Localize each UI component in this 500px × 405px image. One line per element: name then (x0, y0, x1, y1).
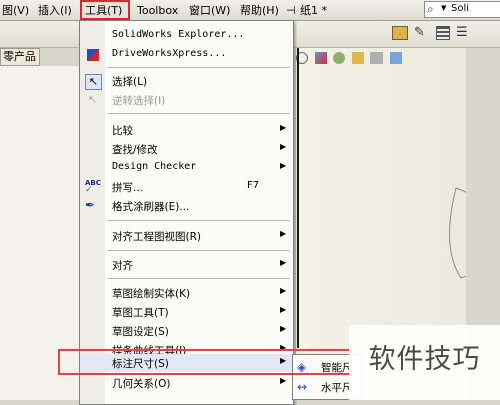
submenu-arrow-icon: ▶ (280, 376, 287, 385)
rotate-icon[interactable] (333, 52, 345, 64)
menu-separator (108, 67, 290, 68)
pin-icon[interactable]: ⊣ (286, 3, 296, 18)
view-orientation-icon[interactable] (370, 52, 383, 64)
menu-item-label: 逆转选择(I) (112, 95, 166, 107)
menu-item-solidworks-explorer[interactable]: SolidWorks Explorer... (80, 27, 293, 45)
menu-item-design-checker[interactable]: Design Checker ▶ (80, 159, 293, 177)
menu-item-label: 对齐工程图视图(R) (112, 231, 201, 243)
magic-wand-icon[interactable] (314, 52, 327, 64)
hide-show-icon[interactable] (389, 52, 402, 64)
view-toolbar (296, 52, 405, 72)
menu-item-label: 查找/修改 (112, 144, 158, 156)
document-title: 纸1 * (300, 4, 327, 17)
reverse-select-icon: ↖ (87, 93, 98, 106)
list-icon[interactable]: ☰ (456, 25, 468, 40)
tree-tab[interactable]: 零产品 (0, 48, 40, 66)
menu-item-select[interactable]: ↖ 选择(L) (80, 72, 293, 90)
menu-item-label: 几何关系(O) (112, 378, 171, 390)
dimensions-highlight-box (58, 349, 352, 375)
menu-item-spelling[interactable]: ABC ✓ 拼写... F7 (80, 178, 293, 196)
menu-item-sketch-settings[interactable]: 草图设定(S) ▶ (80, 322, 293, 340)
menu-item-format-painter[interactable]: ✒ 格式涂刷器(E)... (80, 197, 293, 215)
menu-item-shortcut: F7 (247, 180, 260, 191)
menu-separator (108, 250, 290, 251)
menu-view[interactable]: 图(V) (2, 3, 29, 18)
menu-item-sketch-entities[interactable]: 草图绘制实体(K) ▶ (80, 284, 293, 302)
submenu-arrow-icon: ▶ (280, 229, 287, 238)
menu-item-sketch-tools[interactable]: 草图工具(T) ▶ (80, 303, 293, 321)
menu-item-label: 格式涂刷器(E)... (112, 201, 190, 213)
menu-bar: 图(V) 插入(I) 工具(T) Toolbox 窗口(W) 帮助(H) ⊣ 纸… (0, 0, 500, 21)
search-icon: ⌕ (427, 2, 434, 16)
menu-toolbox[interactable]: Toolbox (137, 3, 178, 18)
search-box[interactable]: ⌕ ▼ Soli (424, 1, 500, 18)
menu-separator (108, 278, 290, 279)
menu-item-relations[interactable]: 几何关系(O) ▶ (80, 374, 293, 392)
menu-item-align[interactable]: 对齐 ▶ (80, 256, 293, 274)
search-input[interactable]: Soli (451, 3, 469, 14)
menu-tools[interactable]: 工具(T) (85, 3, 122, 18)
edit-appearance-icon[interactable]: ✎ (414, 25, 425, 40)
submenu-arrow-icon: ▶ (280, 305, 287, 314)
menu-item-find-modify[interactable]: 查找/修改 ▶ (80, 140, 293, 158)
submenu-arrow-icon: ▶ (280, 258, 287, 267)
menu-item-label: 草图设定(S) (112, 326, 169, 338)
menu-item-reverse-select[interactable]: ↖ 逆转选择(I) (80, 91, 293, 109)
watermark: 软件技巧 (349, 325, 500, 400)
menu-item-label: 对齐 (112, 260, 133, 272)
tree-tab-label: 零产品 (3, 50, 36, 63)
submenu-arrow-icon: ▶ (280, 123, 287, 132)
search-dropdown-icon[interactable]: ▼ (441, 4, 446, 12)
menu-item-label: 拼写... (112, 182, 144, 194)
submenu-arrow-icon: ▶ (280, 324, 287, 333)
format-painter-icon: ✒ (85, 198, 96, 212)
driveworks-icon (87, 49, 99, 61)
menu-item-compare[interactable]: 比较 ▶ (80, 121, 293, 139)
display-style-icon[interactable] (436, 26, 450, 40)
menu-item-label: 选择(L) (112, 76, 148, 88)
menu-separator (108, 220, 290, 221)
tools-menu: SolidWorks Explorer... DriveWorksXpress.… (79, 20, 294, 405)
splitter-line[interactable] (297, 48, 299, 348)
menu-item-driveworks[interactable]: DriveWorksXpress... (80, 46, 293, 64)
box-icon[interactable] (392, 26, 408, 40)
menu-window[interactable]: 窗口(W) (189, 3, 230, 18)
menu-separator (108, 113, 290, 114)
menu-item-align-drawing-views[interactable]: 对齐工程图视图(R) ▶ (80, 227, 293, 245)
menu-item-label: 比较 (112, 125, 133, 137)
menu-item-label: SolidWorks Explorer... (112, 29, 245, 40)
spell-check-icon: ABC ✓ (85, 179, 101, 195)
menu-item-label: Design Checker (112, 161, 197, 172)
submenu-arrow-icon: ▶ (280, 286, 287, 295)
menu-item-label: 水平尺 (321, 382, 353, 394)
horizontal-dimension-icon: ↔ (297, 380, 308, 394)
submenu-arrow-icon: ▶ (280, 142, 287, 151)
menu-item-label: 草图绘制实体(K) (112, 288, 191, 300)
menu-item-label: 草图工具(T) (112, 307, 169, 319)
menu-insert[interactable]: 插入(I) (38, 3, 72, 18)
section-view-icon[interactable] (351, 52, 364, 64)
menu-item-label: DriveWorksXpress... (112, 48, 227, 59)
menu-help[interactable]: 帮助(H) (240, 3, 279, 18)
submenu-arrow-icon: ▶ (280, 161, 287, 170)
select-arrow-icon: ↖ (85, 74, 102, 90)
